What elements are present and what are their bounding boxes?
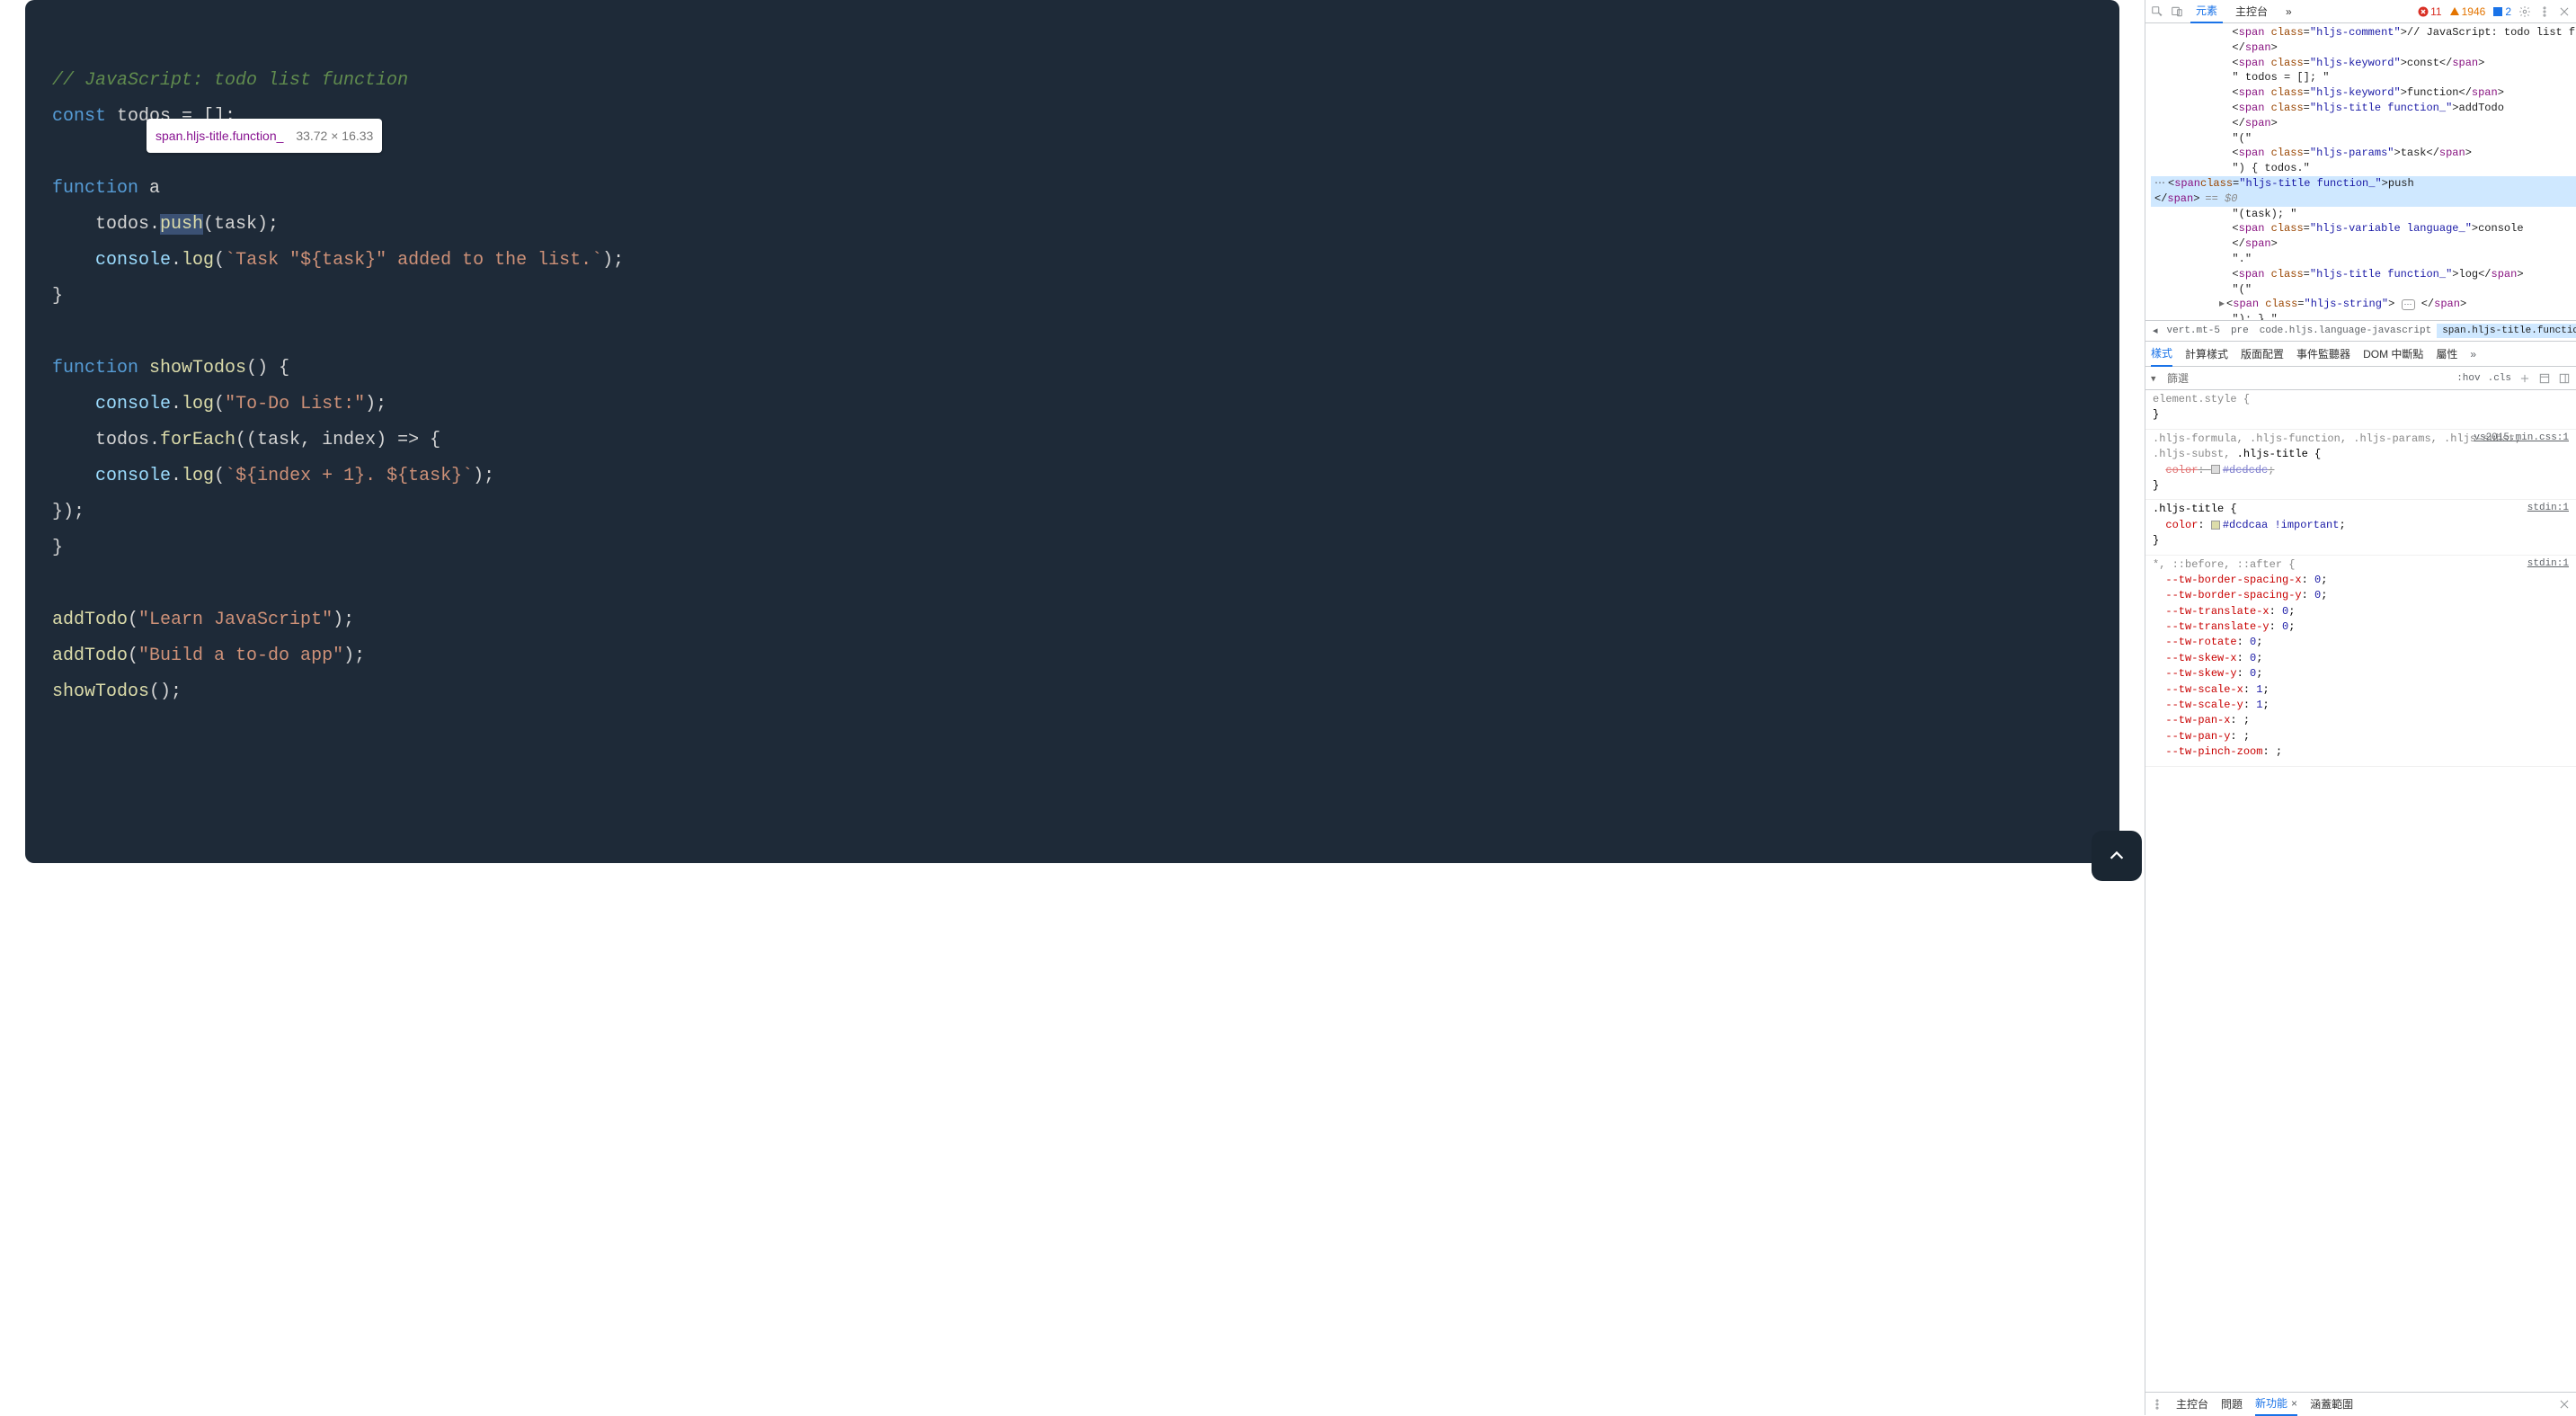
styletab-props[interactable]: 屬性	[2436, 342, 2457, 366]
crumb-2[interactable]: pre	[2225, 324, 2254, 338]
breadcrumb-prev-icon[interactable]: ◂	[2149, 325, 2162, 337]
devtools-toolbar: 元素 主控台 » 11 1946 2	[2145, 0, 2576, 23]
elements-tree[interactable]: <span class="hljs-comment">// JavaScript…	[2145, 23, 2576, 320]
tooltip-dimensions: 33.72 × 16.33	[296, 129, 373, 143]
rule-hljs-title[interactable]: stdin:1 .hljs-title { color: #dcdcaa !im…	[2145, 500, 2576, 555]
styletab-layout[interactable]: 版面配置	[2241, 342, 2284, 366]
scroll-top-button[interactable]	[2092, 831, 2142, 881]
code-comment: // JavaScript: todo list function	[52, 70, 408, 91]
selected-push-token[interactable]: push	[160, 214, 203, 235]
styletab-styles[interactable]: 樣式	[2151, 341, 2172, 367]
styles-tab-bar: 樣式 計算樣式 版面配置 事件監聽器 DOM 中斷點 屬性 »	[2145, 342, 2576, 367]
crumb-1[interactable]: vert.mt-5	[2162, 324, 2225, 338]
error-icon	[2418, 6, 2429, 17]
selected-dom-node[interactable]: ⋯ <span class="hljs-title function_">pus…	[2151, 176, 2576, 191]
rule-source-link[interactable]: stdin:1	[2527, 557, 2569, 572]
warning-count-badge[interactable]: 1946	[2449, 5, 2486, 18]
rule-source-link[interactable]: vs2015.min.css:1	[2474, 432, 2569, 446]
styles-filter-row: ▾ :hov .cls	[2145, 367, 2576, 390]
crumb-selected[interactable]: span.hljs-title.function_	[2437, 324, 2576, 338]
filter-icon: ▾	[2151, 372, 2156, 384]
kw-const: const	[52, 106, 106, 127]
close-tab-icon[interactable]: ×	[2291, 1397, 2297, 1410]
crumb-3[interactable]: code.hljs.language-javascript	[2254, 324, 2437, 338]
rule-universal[interactable]: stdin:1 *, ::before, ::after { --tw-bord…	[2145, 556, 2576, 767]
tab-elements[interactable]: 元素	[2190, 0, 2223, 23]
tooltip-selector: span.hljs-title.function_	[155, 129, 283, 143]
kw-function1: function	[52, 178, 138, 199]
drawer-kebab-icon[interactable]	[2151, 1398, 2163, 1411]
drawer-tab-coverage[interactable]: 涵蓋範圍	[2310, 1393, 2353, 1415]
styletab-more[interactable]: »	[2470, 343, 2476, 365]
drawer-tab-console[interactable]: 主控台	[2176, 1393, 2208, 1415]
warning-icon	[2449, 6, 2460, 17]
rule-source-link[interactable]: stdin:1	[2527, 502, 2569, 516]
error-count-badge[interactable]: 11	[2418, 5, 2441, 18]
kw-function2: function	[52, 358, 138, 378]
drawer-tab-issues[interactable]: 問題	[2221, 1393, 2243, 1415]
devtools-drawer: 主控台 問題 新功能 × 涵蓋範圍	[2145, 1392, 2576, 1415]
hov-toggle[interactable]: :hov	[2456, 373, 2480, 384]
tab-more[interactable]: »	[2280, 2, 2297, 22]
rule-element-style[interactable]: element.style { }	[2145, 390, 2576, 430]
color-swatch-icon[interactable]	[2211, 465, 2220, 474]
close-devtools-icon[interactable]	[2558, 5, 2571, 18]
element-inspect-tooltip: span.hljs-title.function_ 33.72 × 16.33	[147, 119, 382, 153]
info-count-badge[interactable]: 2	[2492, 5, 2511, 18]
styletab-dom[interactable]: DOM 中斷點	[2363, 342, 2423, 366]
eq0-indicator: == $0	[2205, 191, 2237, 207]
device-toolbar-icon[interactable]	[2171, 5, 2183, 18]
cls-toggle[interactable]: .cls	[2488, 373, 2511, 384]
chevron-up-icon	[2107, 846, 2127, 866]
styletab-listeners[interactable]: 事件監聽器	[2296, 342, 2350, 366]
styletab-computed[interactable]: 計算樣式	[2185, 342, 2228, 366]
computed-sidebar-icon[interactable]	[2538, 372, 2551, 385]
drawer-tab-whatsnew[interactable]: 新功能 ×	[2255, 1392, 2297, 1416]
new-style-rule-icon[interactable]	[2518, 372, 2531, 385]
rule-hljs-formula[interactable]: vs2015.min.css:1 .hljs-formula, .hljs-fu…	[2145, 430, 2576, 501]
color-swatch-icon[interactable]	[2211, 521, 2220, 530]
drawer-close-icon[interactable]	[2558, 1398, 2571, 1411]
tab-console[interactable]: 主控台	[2230, 0, 2273, 22]
styles-filter-input[interactable]	[2151, 372, 2306, 385]
inspect-element-icon[interactable]	[2151, 5, 2163, 18]
settings-icon[interactable]	[2518, 5, 2531, 18]
kebab-icon[interactable]	[2538, 5, 2551, 18]
info-icon	[2492, 6, 2503, 17]
code-panel: // JavaScript: todo list function const …	[0, 0, 2145, 1415]
toggle-sidebar-icon[interactable]	[2558, 372, 2571, 385]
styles-pane[interactable]: element.style { } vs2015.min.css:1 .hljs…	[2145, 390, 2576, 1392]
devtools-panel: 元素 主控台 » 11 1946 2 <span class="hljs-com…	[2145, 0, 2576, 1415]
code-block: // JavaScript: todo list function const …	[25, 0, 2119, 863]
breadcrumb-bar[interactable]: ◂ vert.mt-5 pre code.hljs.language-javas…	[2145, 320, 2576, 342]
